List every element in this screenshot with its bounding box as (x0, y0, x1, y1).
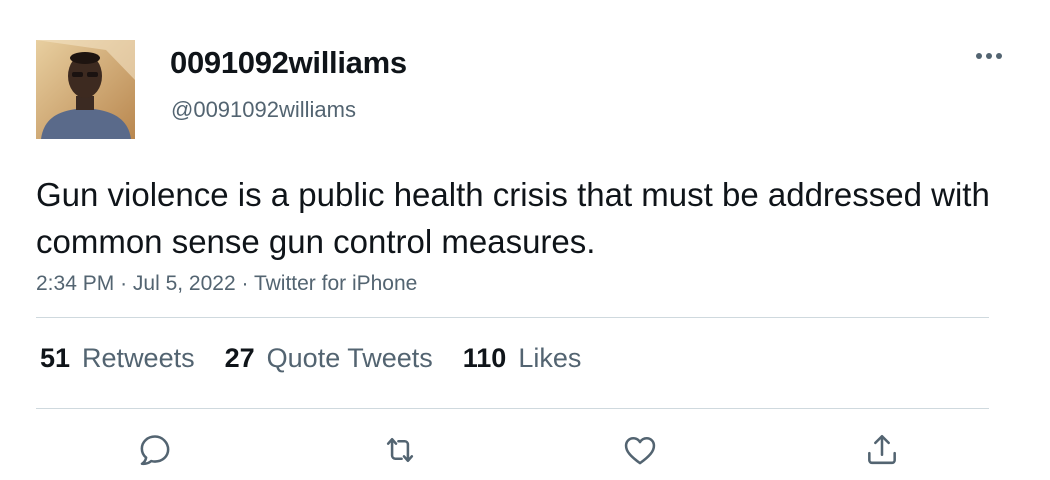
quote-tweets-label: Quote Tweets (266, 343, 433, 373)
retweets-label: Retweets (82, 343, 195, 373)
share-button[interactable] (860, 428, 904, 472)
meta-separator: · (120, 272, 133, 295)
divider (36, 408, 989, 409)
retweet-button[interactable] (378, 428, 422, 472)
divider (36, 317, 989, 318)
quote-tweets-stat[interactable]: 27 Quote Tweets (225, 343, 433, 374)
retweet-icon (386, 437, 414, 463)
profile-photo (36, 40, 135, 139)
retweets-count: 51 (40, 343, 71, 373)
tweet-source[interactable]: Twitter for iPhone (254, 272, 417, 295)
tweet-stats: 51 Retweets 27 Quote Tweets 110 Likes (40, 343, 611, 374)
meta-separator: · (241, 272, 254, 295)
quote-tweets-count: 27 (224, 343, 255, 373)
retweets-stat[interactable]: 51 Retweets (40, 343, 195, 374)
share-icon (868, 434, 896, 465)
user-handle[interactable]: @0091092williams (171, 97, 356, 123)
likes-label: Likes (518, 343, 582, 373)
reply-button[interactable] (133, 428, 177, 472)
avatar[interactable] (36, 40, 135, 139)
display-name[interactable]: 0091092williams (170, 45, 407, 81)
like-button[interactable] (618, 428, 662, 472)
reply-icon (140, 435, 170, 466)
tweet-text: Gun violence is a public health crisis t… (36, 176, 990, 260)
tweet-date[interactable]: Jul 5, 2022 (133, 272, 236, 295)
more-options-button[interactable] (972, 42, 1006, 70)
likes-count: 110 (462, 343, 507, 373)
likes-stat[interactable]: 110 Likes (463, 343, 582, 374)
tweet-time[interactable]: 2:34 PM (36, 272, 114, 295)
like-icon (624, 437, 656, 465)
more-icon (976, 53, 1002, 59)
tweet-meta: 2:34 PM · Jul 5, 2022 · Twitter for iPho… (36, 272, 417, 296)
